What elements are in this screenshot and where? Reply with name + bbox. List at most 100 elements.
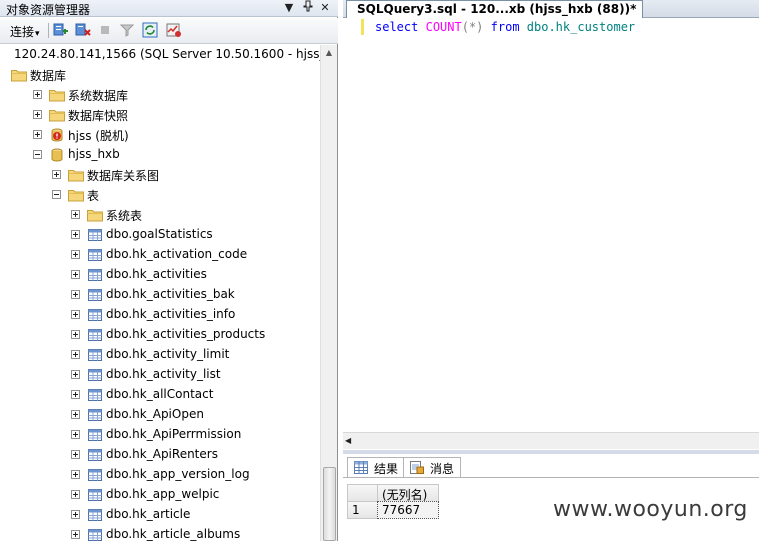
grid-corner-header[interactable] — [347, 484, 378, 502]
editor-horizontal-scrollbar[interactable]: ◀ — [343, 432, 759, 449]
close-panel-icon[interactable]: ✕ — [318, 0, 332, 16]
tree-node[interactable]: dbo.hk_activities_info — [0, 306, 320, 324]
tree-node-label: dbo.hk_activity_list — [106, 367, 221, 381]
tree-node[interactable]: hjss (脱机) — [0, 126, 320, 144]
sql-editor[interactable]: select COUNT(*) from dbo.hk_customer — [343, 18, 759, 433]
expand-plus-icon[interactable] — [71, 290, 80, 299]
connect-button[interactable]: 连接▾ — [10, 23, 40, 40]
tree-node-label: 系统表 — [106, 209, 143, 223]
database-icon — [49, 146, 65, 162]
tree-node-label: dbo.hk_ApiPerrmission — [106, 427, 242, 441]
table-icon — [87, 506, 103, 522]
sql-table-name: dbo.hk_customer — [526, 20, 636, 34]
tree-node[interactable]: dbo.hk_activity_limit — [0, 346, 320, 364]
stop-icon[interactable] — [97, 22, 113, 38]
expand-plus-icon[interactable] — [33, 90, 42, 99]
expand-plus-icon[interactable] — [71, 410, 80, 419]
results-pane: 结果 消息 (无列名) 1 77667 — [343, 450, 759, 541]
object-explorer-vertical-scrollbar[interactable]: ▲ — [320, 45, 337, 541]
expand-plus-icon[interactable] — [52, 170, 61, 179]
tree-node-label: hjss_hxb — [68, 147, 120, 161]
expand-plus-icon[interactable] — [71, 430, 80, 439]
expand-plus-icon[interactable] — [71, 350, 80, 359]
expand-plus-icon[interactable] — [71, 230, 80, 239]
activity-monitor-icon[interactable] — [166, 22, 182, 38]
tree-node-label: dbo.goalStatistics — [106, 227, 213, 241]
tree-node[interactable]: dbo.hk_allContact — [0, 386, 320, 404]
database-offline-icon — [49, 126, 65, 142]
tree-node-label: dbo.hk_allContact — [106, 387, 214, 401]
expand-plus-icon[interactable] — [71, 450, 80, 459]
expand-plus-icon[interactable] — [71, 390, 80, 399]
expand-plus-icon[interactable] — [71, 370, 80, 379]
tree-node[interactable]: dbo.hk_activity_list — [0, 366, 320, 384]
tab-results-label: 结果 — [374, 462, 399, 476]
tree-node-label: 数据库快照 — [68, 109, 129, 123]
table-icon — [87, 526, 103, 541]
tree-node[interactable]: dbo.hk_activities_bak — [0, 286, 320, 304]
tree-node[interactable]: dbo.hk_ApiRenters — [0, 446, 320, 464]
tree-node[interactable]: dbo.goalStatistics — [0, 226, 320, 244]
scrollbar-thumb[interactable] — [323, 467, 336, 541]
refresh-icon[interactable] — [142, 22, 158, 38]
auto-hide-pin-icon[interactable] — [301, 0, 315, 16]
collapse-minus-icon[interactable] — [52, 190, 61, 199]
table-icon — [87, 226, 103, 242]
expand-plus-icon[interactable] — [71, 510, 80, 519]
grid-column-header[interactable]: (无列名) — [377, 484, 439, 502]
window-position-dropdown-icon[interactable]: ▼ — [282, 0, 296, 16]
expand-plus-icon[interactable] — [71, 310, 80, 319]
grid-row-header[interactable]: 1 — [347, 501, 378, 519]
object-explorer-panel: 对象资源管理器 ▼ ✕ 连接▾ 120.24.80.141,1566 (SQL … — [0, 0, 338, 541]
object-explorer-tree: 120.24.80.141,1566 (SQL Server 10.50.160… — [0, 45, 320, 541]
expand-plus-icon[interactable] — [33, 110, 42, 119]
sql-keyword-from: from — [490, 20, 520, 34]
tree-node[interactable]: dbo.hk_article_albums — [0, 526, 320, 541]
tab-messages[interactable]: 消息 — [403, 457, 462, 477]
table-icon — [87, 306, 103, 322]
tree-node-label: hjss (脱机) — [68, 129, 129, 143]
tree-node[interactable]: 表 — [0, 186, 320, 204]
object-explorer-toolbar: 连接▾ — [0, 18, 338, 44]
filter-icon[interactable] — [119, 22, 135, 38]
tree-node[interactable]: 数据库快照 — [0, 106, 320, 124]
tree-node[interactable]: 系统数据库 — [0, 86, 320, 104]
tree-node[interactable]: dbo.hk_ApiPerrmission — [0, 426, 320, 444]
tree-node[interactable]: dbo.hk_article — [0, 506, 320, 524]
expand-plus-icon[interactable] — [71, 330, 80, 339]
server-node[interactable]: 120.24.80.141,1566 (SQL Server 10.50.160… — [0, 46, 320, 64]
tree-node[interactable]: 数据库 — [0, 66, 320, 84]
tree-node[interactable]: dbo.hk_activation_code — [0, 246, 320, 264]
query-editor-panel: SQLQuery3.sql - 120...xb (hjss_hxb (88))… — [343, 0, 759, 450]
folder-icon — [68, 166, 84, 182]
folder-icon — [68, 186, 84, 202]
tree-node[interactable]: hjss_hxb — [0, 146, 320, 164]
connect-object-explorer-icon[interactable] — [53, 22, 69, 38]
table-icon — [87, 446, 103, 462]
query-document-tab[interactable]: SQLQuery3.sql - 120...xb (hjss_hxb (88))… — [346, 0, 644, 18]
grid-result-cell[interactable]: 77667 — [377, 501, 439, 519]
folder-icon — [49, 106, 65, 122]
expand-plus-icon[interactable] — [71, 470, 80, 479]
tab-results[interactable]: 结果 — [347, 457, 406, 477]
expand-plus-icon[interactable] — [71, 530, 80, 539]
collapse-minus-icon[interactable] — [33, 150, 42, 159]
tree-node[interactable]: 数据库关系图 — [0, 166, 320, 184]
tree-node-label: dbo.hk_activities_bak — [106, 287, 235, 301]
tree-node[interactable]: dbo.hk_app_welpic — [0, 486, 320, 504]
expand-plus-icon[interactable] — [33, 130, 42, 139]
expand-plus-icon[interactable] — [71, 270, 80, 279]
tree-node[interactable]: dbo.hk_app_version_log — [0, 466, 320, 484]
sql-code-line[interactable]: select COUNT(*) from dbo.hk_customer — [375, 20, 635, 34]
expand-plus-icon[interactable] — [71, 490, 80, 499]
expand-plus-icon[interactable] — [71, 250, 80, 259]
tree-node[interactable]: dbo.hk_activities — [0, 266, 320, 284]
scroll-left-arrow-icon[interactable]: ◀ — [345, 433, 357, 449]
tree-node[interactable]: dbo.hk_ApiOpen — [0, 406, 320, 424]
tree-node[interactable]: dbo.hk_activities_products — [0, 326, 320, 344]
tree-node-label: dbo.hk_activities_info — [106, 307, 236, 321]
scroll-up-arrow-icon[interactable]: ▲ — [321, 45, 337, 61]
disconnect-icon[interactable] — [75, 22, 91, 38]
tree-node[interactable]: 系统表 — [0, 206, 320, 224]
expand-plus-icon[interactable] — [71, 210, 80, 219]
